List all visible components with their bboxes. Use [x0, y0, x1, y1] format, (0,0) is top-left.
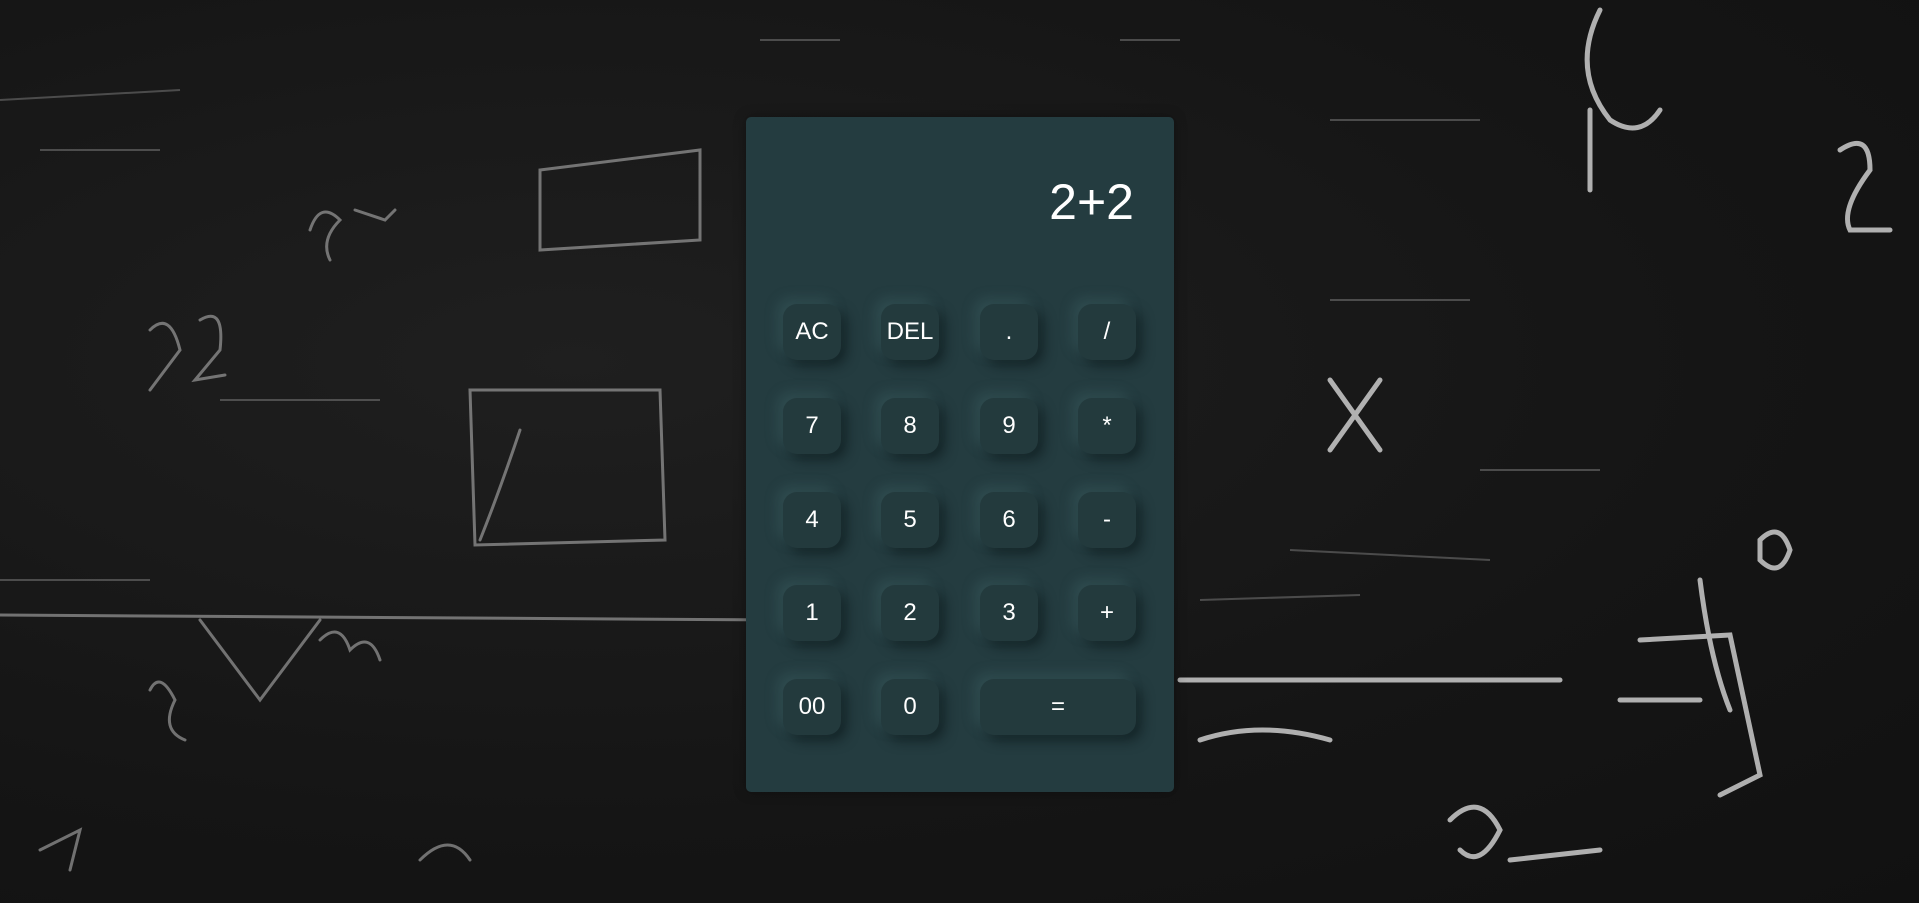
digit-6-button[interactable]: 6 [980, 492, 1038, 548]
calculator-display: 2+2 [1049, 174, 1134, 230]
delete-button[interactable]: DEL [881, 304, 939, 360]
digit-2-button[interactable]: 2 [881, 585, 939, 641]
digit-7-button[interactable]: 7 [783, 398, 841, 454]
digit-9-button[interactable]: 9 [980, 398, 1038, 454]
divide-button[interactable]: / [1078, 304, 1136, 360]
digit-1-button[interactable]: 1 [783, 585, 841, 641]
subtract-button[interactable]: - [1078, 492, 1136, 548]
multiply-button[interactable]: * [1078, 398, 1136, 454]
digit-8-button[interactable]: 8 [881, 398, 939, 454]
calculator-panel: 2+2 AC DEL . / 7 8 9 * 4 5 6 - 1 2 3 + 0… [746, 117, 1174, 792]
digit-3-button[interactable]: 3 [980, 585, 1038, 641]
digit-5-button[interactable]: 5 [881, 492, 939, 548]
digit-4-button[interactable]: 4 [783, 492, 841, 548]
clear-button[interactable]: AC [783, 304, 841, 360]
equals-button[interactable]: = [980, 679, 1136, 735]
double-zero-button[interactable]: 00 [783, 679, 841, 735]
digit-0-button[interactable]: 0 [881, 679, 939, 735]
decimal-button[interactable]: . [980, 304, 1038, 360]
add-button[interactable]: + [1078, 585, 1136, 641]
